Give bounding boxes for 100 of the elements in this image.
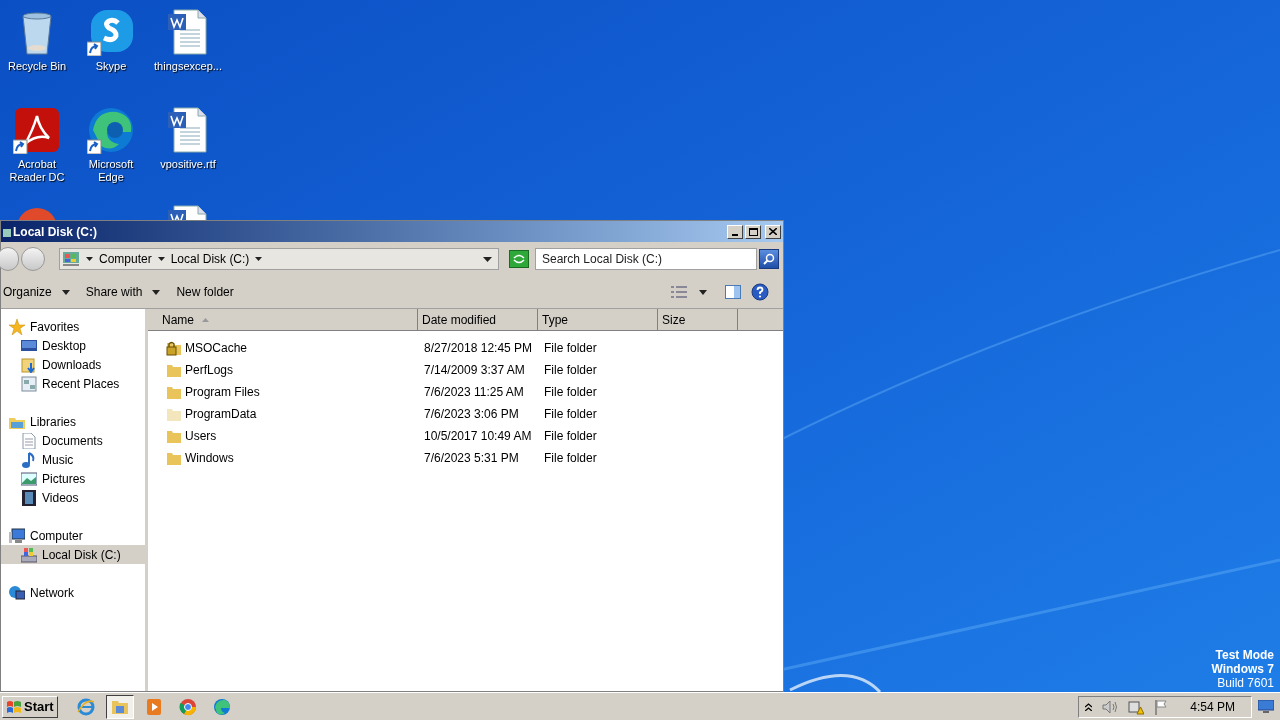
navigation-item[interactable]: Local Disk (C:) <box>1 545 145 564</box>
file-type-cell: File folder <box>544 451 597 465</box>
maximize-button[interactable] <box>745 224 761 239</box>
help-button[interactable] <box>751 283 769 301</box>
build-text: Build 7601 <box>1217 676 1274 690</box>
toolbar-button[interactable]: New folder <box>174 283 236 301</box>
column-header[interactable]: Size <box>658 309 738 330</box>
date-modified-cell: 7/6/2023 5:31 PM <box>424 451 519 465</box>
preview-pane-icon <box>725 285 741 299</box>
column-header[interactable]: Name <box>148 309 418 330</box>
caret-icon <box>157 257 165 261</box>
navigation-item[interactable]: Downloads <box>1 355 145 374</box>
breadcrumb-item[interactable]: Local Disk (C:) <box>170 250 250 268</box>
file-type-cell: File folder <box>544 341 597 355</box>
search-field[interactable]: Search Local Disk (C:) <box>535 248 757 270</box>
search-icon <box>763 253 775 265</box>
view-options-button[interactable] <box>671 286 707 298</box>
navigation-item[interactable]: Favorites <box>1 317 145 336</box>
help-icon <box>751 283 769 301</box>
speaker-icon <box>1102 699 1119 714</box>
details-view-icon <box>671 286 687 298</box>
computer-icon <box>9 527 25 544</box>
document-icon <box>21 432 37 449</box>
computer-icon <box>62 251 80 267</box>
sort-arrow-icon <box>202 317 209 322</box>
media-player-icon <box>144 697 163 716</box>
clock: 4:54 PM <box>1190 698 1235 716</box>
file-name[interactable]: ProgramData <box>185 405 257 423</box>
windows-version-text: Windows 7 <box>1211 662 1274 676</box>
search-button[interactable] <box>759 249 779 269</box>
window-title: Local Disk (C:) <box>13 223 97 241</box>
navigation-item[interactable]: Videos <box>1 488 145 507</box>
date-modified-cell: 8/27/2018 12:45 PM <box>424 341 533 355</box>
date-modified-cell: 7/6/2023 3:06 PM <box>424 407 519 421</box>
breadcrumb-item[interactable]: Computer <box>99 250 152 268</box>
maximize-icon <box>748 227 758 236</box>
taskbar-app-button[interactable] <box>105 694 134 719</box>
test-mode-text: Test Mode <box>1215 648 1274 662</box>
minimize-icon <box>732 233 738 236</box>
file-name[interactable]: PerfLogs <box>185 361 234 379</box>
desktop-icon-label[interactable]: Microsoft Edge <box>75 158 147 184</box>
file-type-cell: File folder <box>544 407 597 421</box>
star-icon <box>9 318 25 335</box>
file-name[interactable]: Windows <box>185 449 234 467</box>
monitor-icon <box>1258 700 1274 713</box>
column-header[interactable]: Type <box>538 309 658 330</box>
browser-e-icon <box>76 697 95 716</box>
caret-icon <box>86 257 93 261</box>
toolbar-button[interactable]: Share with <box>83 283 163 301</box>
navigation-item[interactable]: Libraries <box>1 412 145 431</box>
drive-icon <box>21 546 37 563</box>
address-bar[interactable]: Computer Local Disk (C:) <box>59 248 499 270</box>
skype-icon <box>87 8 135 56</box>
minimize-button[interactable] <box>727 224 743 239</box>
recent-places-icon <box>21 375 37 392</box>
desktop-icon-label[interactable]: Acrobat Reader DC <box>1 158 73 184</box>
toolbar-button[interactable]: Organize <box>1 283 72 301</box>
file-name[interactable]: MSOCache <box>185 339 248 357</box>
preview-pane-button[interactable] <box>725 285 741 299</box>
file-type-cell: File folder <box>544 363 597 377</box>
history-caret-icon <box>483 256 492 262</box>
network-warning-icon <box>1128 698 1145 715</box>
date-modified-cell: 7/6/2023 11:25 AM <box>424 385 524 399</box>
close-button[interactable] <box>765 224 781 239</box>
start-button[interactable]: Start <box>2 695 58 718</box>
caret-icon <box>61 289 70 295</box>
browser-icon <box>87 106 135 154</box>
navigation-item[interactable]: Music <box>1 450 145 469</box>
show-desktop-button[interactable] <box>1258 700 1274 713</box>
file-name[interactable]: Users <box>185 427 217 445</box>
file-name[interactable]: Program Files <box>185 383 260 401</box>
desktop-icon-label[interactable]: Recycle Bin <box>1 60 73 73</box>
flag-icon <box>1154 698 1169 715</box>
navigation-item[interactable]: Computer <box>1 526 145 545</box>
date-modified-cell: 10/5/2017 10:49 AM <box>424 429 532 443</box>
caret-icon <box>152 289 161 295</box>
navigation-item[interactable]: Pictures <box>1 469 145 488</box>
browser-icon <box>212 697 231 716</box>
column-header[interactable]: Date modified <box>418 309 538 330</box>
navigation-item[interactable]: Documents <box>1 431 145 450</box>
refresh-button[interactable] <box>509 250 529 268</box>
refresh-icon <box>513 254 525 264</box>
globe-icon <box>9 584 25 601</box>
navigation-item[interactable]: Recent Places <box>1 374 145 393</box>
navigation-item[interactable]: Network <box>1 583 145 602</box>
pdf-app-icon <box>13 106 61 154</box>
desktop-icon-label[interactable]: Skype <box>75 60 147 73</box>
file-type-cell: File folder <box>544 429 597 443</box>
file-type-cell: File folder <box>544 385 597 399</box>
windows-logo-icon <box>6 699 22 714</box>
desktop-icon-label[interactable]: thingsexcep... <box>152 60 224 73</box>
downloads-folder-icon <box>21 356 37 373</box>
desktop-icon-label[interactable]: vpositive.rtf <box>152 158 224 171</box>
caret-icon <box>255 257 263 261</box>
desktop-icon <box>21 337 37 354</box>
navigation-item[interactable]: Desktop <box>1 336 145 355</box>
chrome-icon <box>178 697 197 716</box>
picture-icon <box>21 470 37 487</box>
date-modified-cell: 7/14/2009 3:37 AM <box>424 363 525 377</box>
chevron-up-icon <box>1085 702 1093 711</box>
